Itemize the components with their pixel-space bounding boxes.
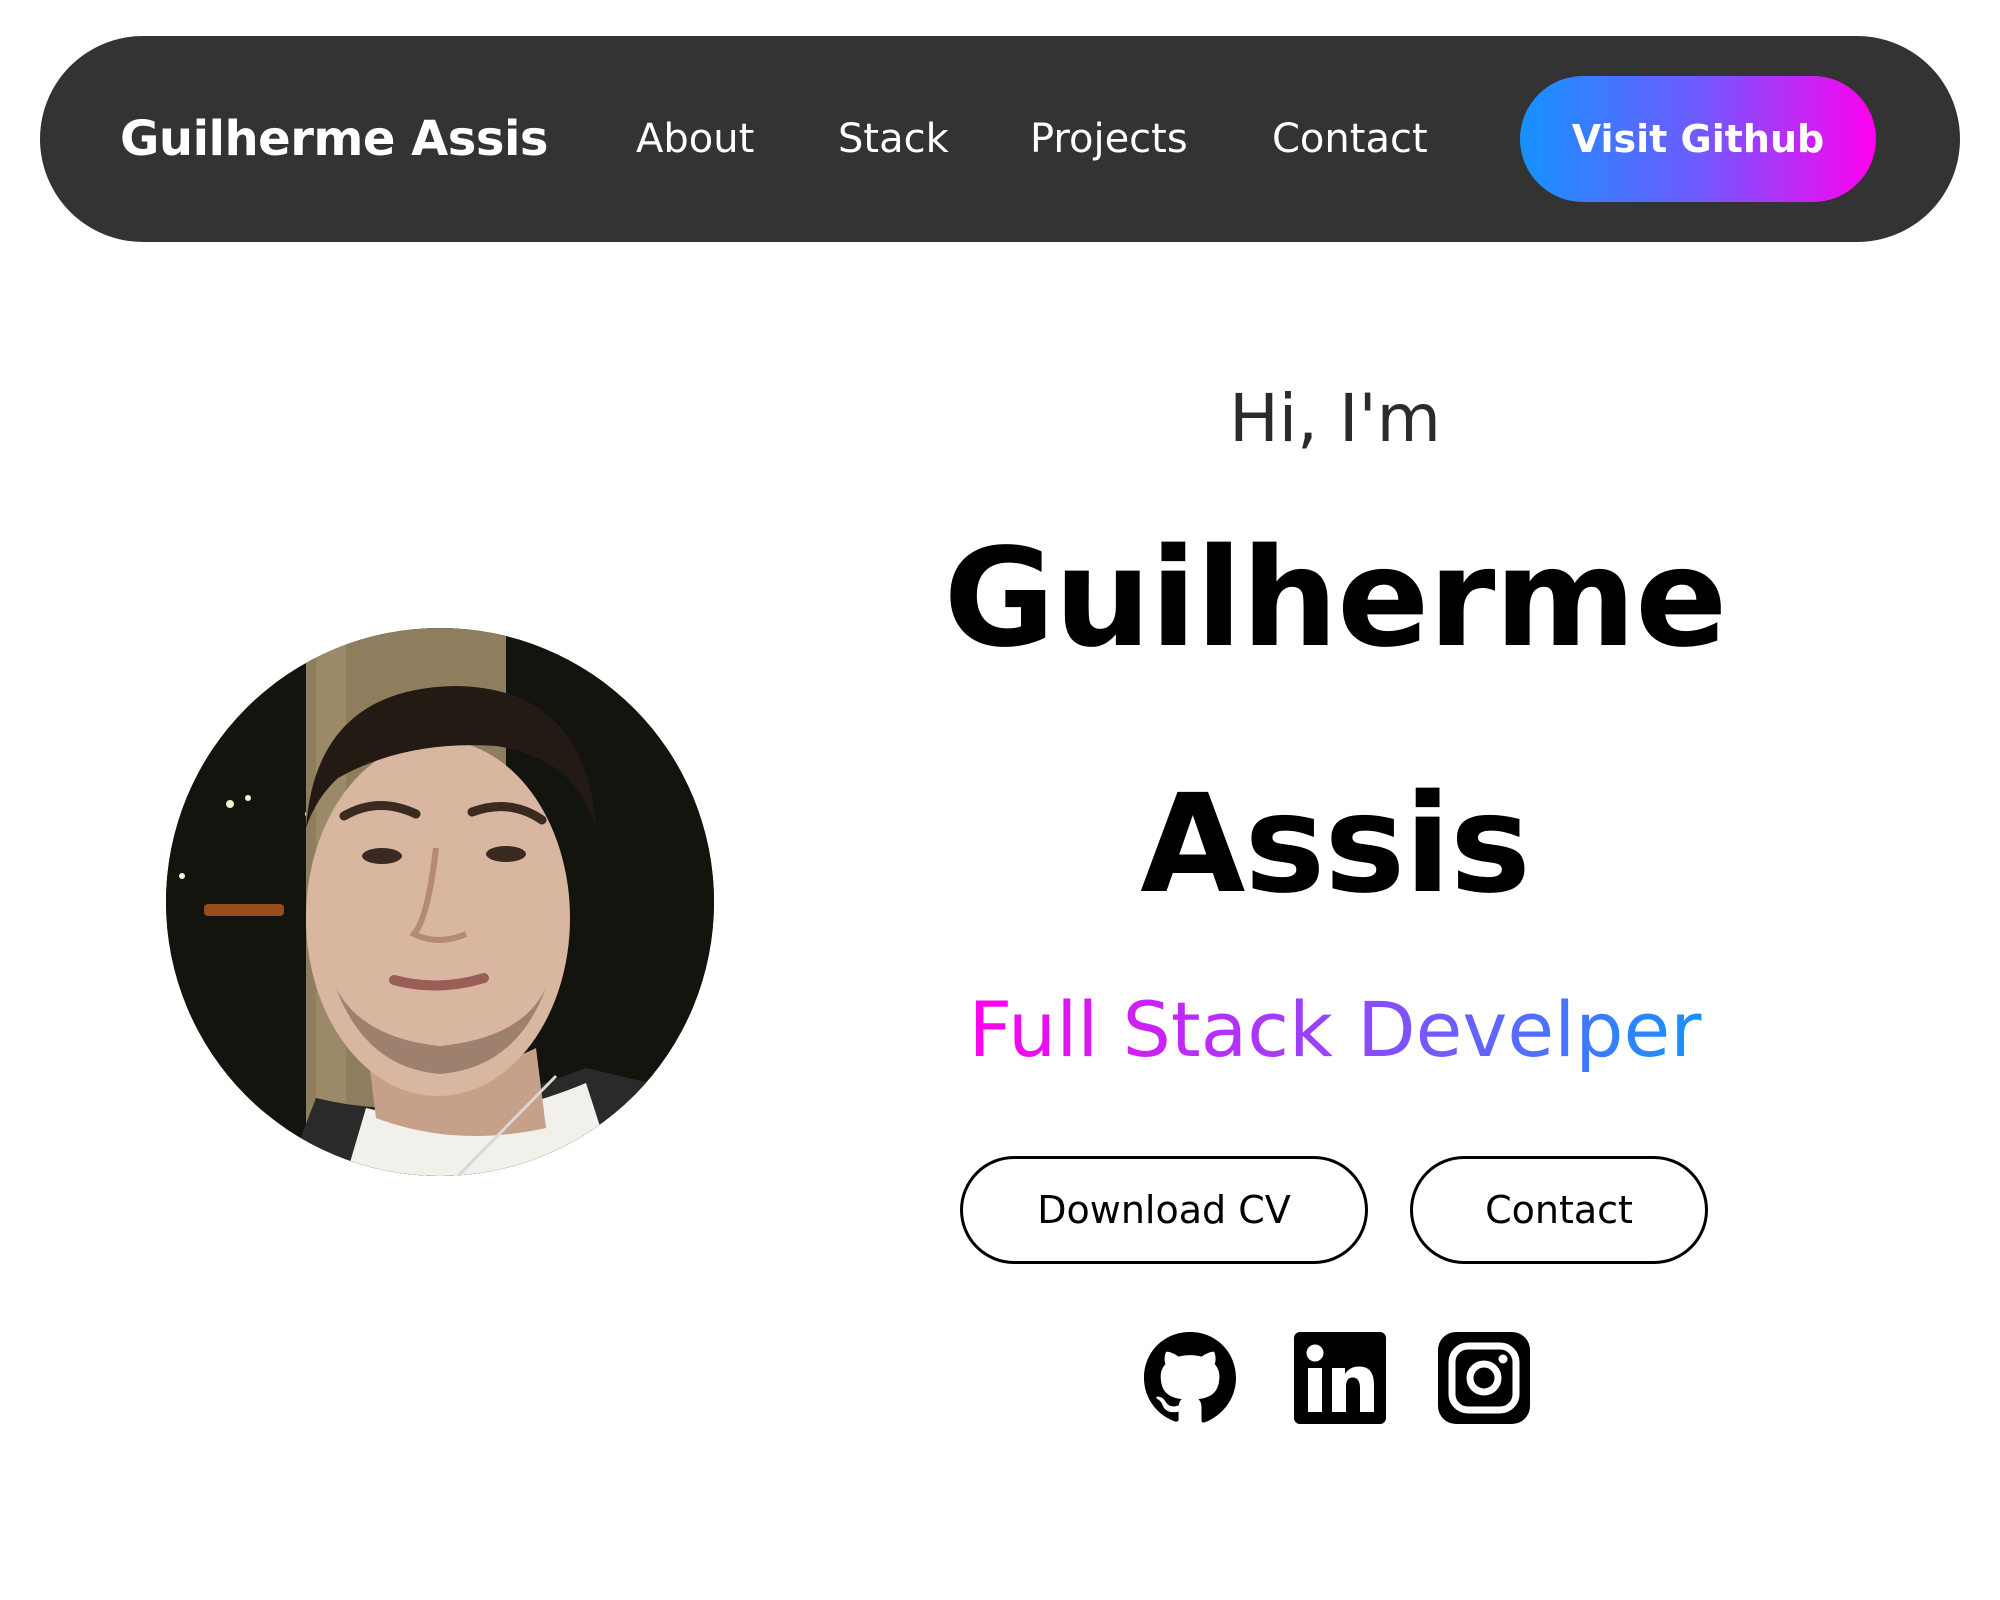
nav-link-projects[interactable]: Projects xyxy=(1030,36,1188,242)
linkedin-icon[interactable] xyxy=(1290,1328,1390,1428)
download-cv-button[interactable]: Download CV xyxy=(960,1156,1368,1264)
github-icon[interactable] xyxy=(1140,1328,1240,1428)
nav-link-stack[interactable]: Stack xyxy=(838,36,949,242)
hero-name-last: Assis xyxy=(1140,766,1531,924)
portfolio-page: Guilherme Assis About Stack Projects Con… xyxy=(0,0,2000,1600)
nav-link-contact[interactable]: Contact xyxy=(1272,36,1428,242)
brand-logo[interactable]: Guilherme Assis xyxy=(120,36,548,242)
hero-role: Full Stack Develper xyxy=(860,985,1810,1074)
visit-github-button[interactable]: Visit Github xyxy=(1520,76,1876,202)
hero-name-first: Guilherme xyxy=(943,520,1728,678)
profile-photo xyxy=(166,628,714,1176)
instagram-icon[interactable] xyxy=(1434,1328,1534,1428)
nav-link-about[interactable]: About xyxy=(636,36,754,242)
contact-button[interactable]: Contact xyxy=(1410,1156,1708,1264)
hero-greeting: Hi, I'm xyxy=(1229,380,1441,457)
navbar: Guilherme Assis About Stack Projects Con… xyxy=(40,36,1960,242)
hero-role-text: Full Stack Develper xyxy=(968,985,1702,1074)
